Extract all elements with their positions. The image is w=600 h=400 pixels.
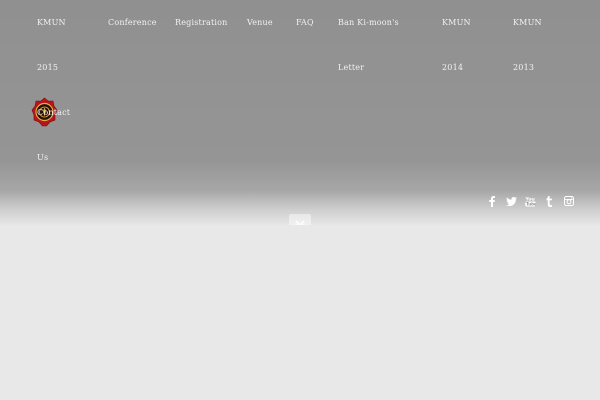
instagram-link[interactable] [563, 194, 574, 208]
nav-contact-line1: Contact [37, 108, 71, 117]
nav-kmun-2015-line1: KMUN [37, 18, 66, 27]
nav-faq[interactable]: FAQ [296, 0, 314, 45]
nav-kmun-2015[interactable]: KMUN 2015 [37, 0, 66, 90]
nav-venue[interactable]: Venue [247, 0, 273, 45]
nav-letter-line2: Letter [338, 63, 365, 72]
main-content-area [0, 225, 600, 400]
nav-contact-line2: Us [37, 153, 49, 162]
nav-kmun-2015-line2: 2015 [37, 63, 59, 72]
nav-kmun-2014[interactable]: KMUN 2014 [442, 0, 471, 90]
facebook-link[interactable] [487, 194, 497, 208]
youtube-link[interactable]: You Tube [524, 194, 536, 208]
nav-kmun-2014-line2: 2014 [442, 63, 464, 72]
site-header: KMUN 2015 Contact Us Conference Registra… [0, 0, 600, 225]
tumblr-link[interactable] [545, 194, 554, 208]
tumblr-icon [546, 195, 552, 207]
twitter-icon [505, 196, 517, 206]
svg-text:Tube: Tube [526, 201, 536, 206]
instagram-icon [563, 196, 574, 206]
nav-letter-line1: Ban Ki-moon's [338, 18, 399, 27]
facebook-icon [489, 195, 495, 207]
youtube-icon: You Tube [525, 196, 536, 206]
nav-kmun-2013[interactable]: KMUN 2013 [513, 0, 542, 90]
twitter-link[interactable] [505, 194, 517, 208]
nav-kmun-2013-line1: KMUN [513, 18, 542, 27]
nav-ban-ki-moon-letter[interactable]: Ban Ki-moon's Letter [338, 0, 399, 90]
nav-registration[interactable]: Registration [175, 0, 228, 45]
nav-contact-us[interactable]: Contact Us [37, 90, 70, 180]
nav-kmun-2013-line2: 2013 [513, 63, 535, 72]
nav-kmun-2014-line1: KMUN [442, 18, 471, 27]
nav-conference[interactable]: Conference [108, 0, 157, 45]
